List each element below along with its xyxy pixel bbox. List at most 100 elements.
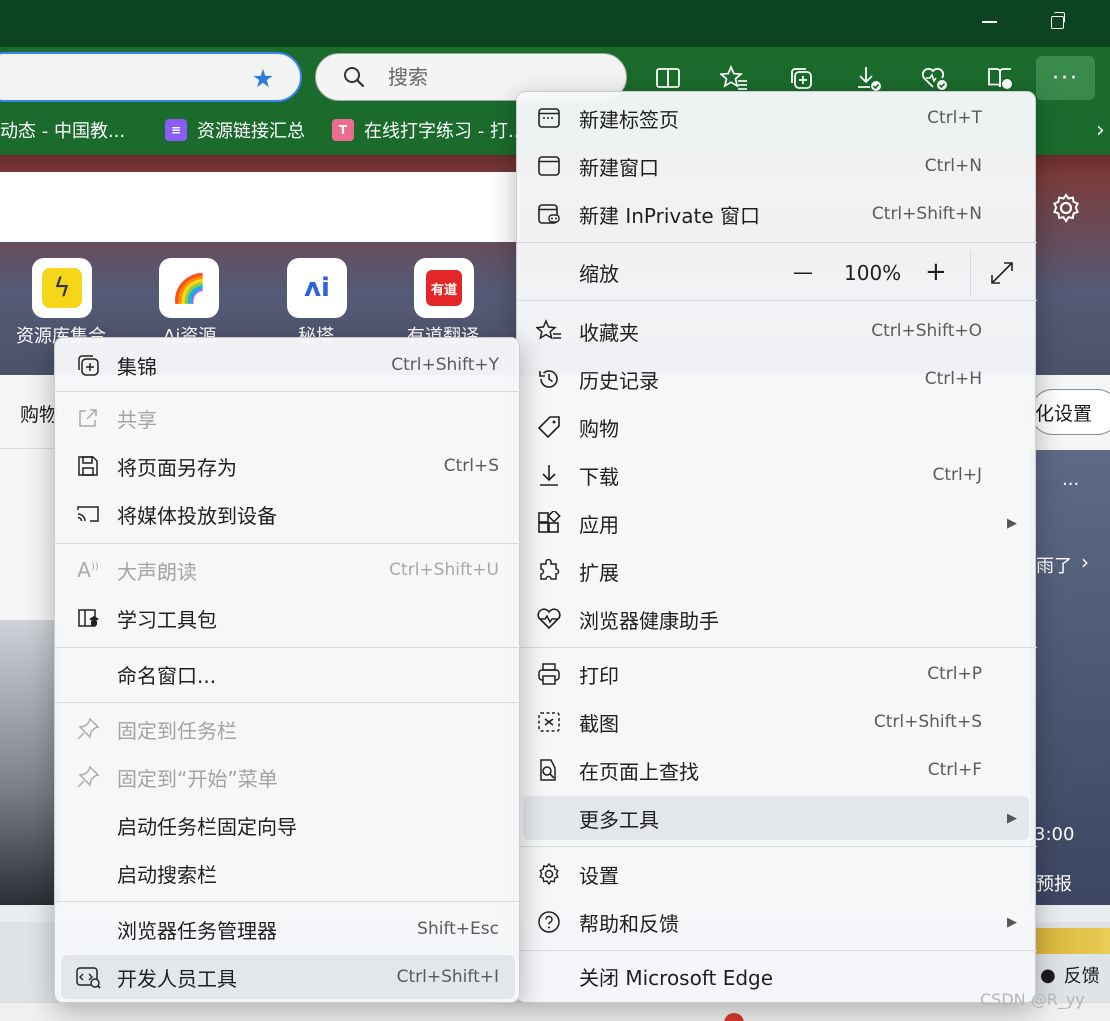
app-tile[interactable]: ϟ xyxy=(32,258,92,318)
zoom-value: 100% xyxy=(844,261,902,285)
menu-item-label: 购物 xyxy=(579,416,619,441)
shopping-tag-icon xyxy=(536,414,562,440)
news-thumbnail xyxy=(1036,928,1110,954)
zoom-out-button[interactable]: — xyxy=(793,260,813,284)
lightning-icon: ϟ xyxy=(42,268,82,308)
menu-item-screenshot[interactable]: 截图 Ctrl+Shift+S xyxy=(517,700,1037,744)
menu-separator xyxy=(517,300,1037,301)
minimize-button[interactable] xyxy=(966,0,1012,44)
menu-item-new-tab[interactable]: 新建标签页 Ctrl+T xyxy=(517,96,1037,140)
developer-tools-icon xyxy=(75,964,101,990)
personalize-button[interactable]: 化设置 xyxy=(1030,389,1110,435)
print-icon xyxy=(536,661,562,687)
menu-item-label: 在页面上查找 xyxy=(579,759,699,784)
menu-item-read-aloud: A)) 大声朗读 Ctrl+Shift+U xyxy=(55,548,521,592)
minimize-icon xyxy=(981,21,997,23)
menu-item-settings[interactable]: 设置 xyxy=(517,852,1037,896)
page-settings-icon[interactable] xyxy=(1046,188,1086,228)
find-on-page-icon xyxy=(536,757,562,783)
health-icon xyxy=(536,606,562,632)
menu-item-favorites[interactable]: 收藏夹 Ctrl+Shift+O xyxy=(517,309,1037,353)
watermark: CSDN @R_yy xyxy=(980,990,1085,1009)
more-tools-submenu: 集锦 Ctrl+Shift+Y 共享 将页面另存为 Ctrl+S 将媒体投放到设… xyxy=(54,337,521,1003)
menu-item-collections[interactable]: 集锦 Ctrl+Shift+Y xyxy=(55,343,521,387)
menu-item-new-window[interactable]: 新建窗口 Ctrl+N xyxy=(517,144,1037,188)
menu-separator xyxy=(55,391,521,392)
menu-item-pin-start: 固定到“开始”菜单 xyxy=(55,755,521,799)
menu-item-label: 应用 xyxy=(579,512,619,537)
favorite-star-icon[interactable]: ★ xyxy=(247,62,279,94)
personalize-label: 化设置 xyxy=(1035,402,1093,425)
menu-item-label: 开发人员工具 xyxy=(117,966,237,991)
menu-item-shortcut: Ctrl+Shift+N xyxy=(871,204,982,224)
page-search-band xyxy=(0,172,520,242)
menu-item-close-edge[interactable]: 关闭 Microsoft Edge xyxy=(517,954,1037,998)
people-icon: ● xyxy=(1040,964,1056,986)
menu-item-find-on-page[interactable]: 在页面上查找 Ctrl+F xyxy=(517,748,1037,792)
title-bar xyxy=(0,0,1110,47)
menu-item-browser-health[interactable]: 浏览器健康助手 xyxy=(517,597,1037,641)
menu-item-label: 大声朗读 xyxy=(117,559,197,584)
rainbow-icon: 🌈 xyxy=(171,271,207,305)
submenu-arrow-icon: ▶ xyxy=(1007,810,1017,826)
bookmark-item[interactable]: ≡ 资源链接汇总 xyxy=(165,110,305,150)
zoom-in-button[interactable]: + xyxy=(925,257,947,287)
restore-icon xyxy=(1050,11,1065,29)
menu-item-new-inprivate-window[interactable]: 新建 InPrivate 窗口 Ctrl+Shift+N xyxy=(517,192,1037,236)
menu-item-learning-toolkit[interactable]: 学习工具包 xyxy=(55,596,521,640)
app-tile[interactable]: ʌi xyxy=(287,258,347,318)
fullscreen-icon[interactable] xyxy=(989,260,1015,286)
settings-icon xyxy=(536,861,562,887)
menu-item-launch-search-bar[interactable]: 启动搜索栏 xyxy=(55,851,521,895)
menu-item-label: 关闭 Microsoft Edge xyxy=(579,965,774,990)
menu-item-print[interactable]: 打印 Ctrl+P xyxy=(517,652,1037,696)
menu-item-label: 历史记录 xyxy=(579,368,659,393)
menu-separator xyxy=(517,846,1037,847)
app-tile[interactable]: 有道 xyxy=(414,258,474,318)
read-aloud-icon: A)) xyxy=(77,558,99,582)
page-tab-shopping[interactable]: 购物 xyxy=(20,400,58,427)
menu-item-shopping[interactable]: 购物 xyxy=(517,405,1037,449)
menu-item-task-manager[interactable]: 浏览器任务管理器 Shift+Esc xyxy=(55,907,521,951)
app-tile[interactable]: 🌈 xyxy=(159,258,219,318)
restore-button[interactable] xyxy=(1034,0,1080,44)
menu-item-pin-taskbar: 固定到任务栏 xyxy=(55,707,521,751)
menu-item-taskbar-pin-wizard[interactable]: 启动任务栏固定向导 xyxy=(55,803,521,847)
menu-item-label: 启动搜索栏 xyxy=(117,862,217,887)
menu-item-shortcut: Ctrl+H xyxy=(924,369,982,389)
menu-item-help-feedback[interactable]: 帮助和反馈 ▶ xyxy=(517,900,1037,944)
menu-item-history[interactable]: 历史记录 Ctrl+H xyxy=(517,357,1037,401)
menu-item-label: 收藏夹 xyxy=(579,320,639,345)
menu-item-cast-media[interactable]: 将媒体投放到设备 xyxy=(55,492,521,536)
weather-forecast-link[interactable]: 预报 xyxy=(1036,870,1072,896)
menu-item-shortcut: Ctrl+Shift+I xyxy=(396,967,499,987)
menu-item-more-tools[interactable]: 更多工具 ▶ xyxy=(523,796,1029,840)
menu-item-name-window[interactable]: 命名窗口... xyxy=(55,652,521,696)
favorites-icon xyxy=(536,318,562,344)
menu-item-apps[interactable]: 应用 ▶ xyxy=(517,501,1037,545)
chevron-right-icon[interactable]: › xyxy=(1096,118,1105,143)
settings-and-more-button[interactable]: ··· xyxy=(1036,56,1095,100)
page-photo xyxy=(0,620,60,905)
menu-item-save-page-as[interactable]: 将页面另存为 Ctrl+S xyxy=(55,444,521,488)
help-icon xyxy=(536,909,562,935)
menu-item-downloads[interactable]: 下载 Ctrl+J xyxy=(517,453,1037,497)
bookmark-item[interactable]: T 在线打字练习 - 打... xyxy=(332,110,525,150)
bookmark-label: 动态 - 中国教... xyxy=(0,121,126,142)
menu-item-extensions[interactable]: 扩展 xyxy=(517,549,1037,593)
search-input[interactable] xyxy=(388,65,588,89)
menu-item-shortcut: Ctrl+J xyxy=(932,465,982,485)
menu-item-label: 浏览器健康助手 xyxy=(579,608,719,633)
bookmark-item[interactable]: 动态 - 中国教... xyxy=(0,110,125,150)
feedback-button[interactable]: ● 反馈 xyxy=(1040,962,1100,988)
search-icon xyxy=(344,67,365,88)
bookmark-label: 在线打字练习 - 打... xyxy=(364,121,526,142)
menu-separator xyxy=(55,543,521,544)
card-more-icon[interactable]: ··· xyxy=(1062,474,1079,495)
chevron-right-icon[interactable]: › xyxy=(1081,550,1089,574)
save-page-icon xyxy=(75,453,101,479)
menu-item-label: 帮助和反馈 xyxy=(579,911,679,936)
menu-item-shortcut: Ctrl+Shift+Y xyxy=(391,355,499,375)
menu-item-developer-tools[interactable]: 开发人员工具 Ctrl+Shift+I xyxy=(61,955,515,999)
menu-item-label: 将页面另存为 xyxy=(117,455,237,480)
